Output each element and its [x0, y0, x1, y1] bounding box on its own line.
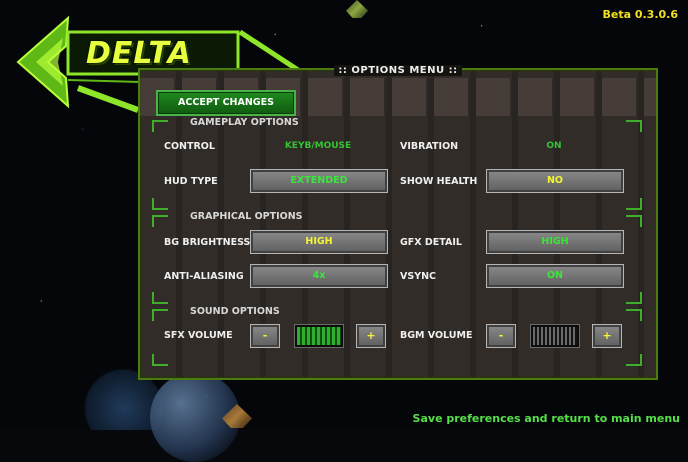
sfx-volume-bar[interactable] [294, 324, 344, 348]
section-corner [626, 215, 642, 227]
sfx-volume-decrease-button[interactable]: - [250, 324, 280, 348]
section-corner [152, 215, 168, 227]
anti-aliasing-label: ANTI-ALIASING [164, 271, 244, 282]
anti-aliasing-select[interactable]: 4x [250, 264, 388, 288]
section-corner [626, 309, 642, 321]
sfx-volume-label: SFX VOLUME [164, 330, 233, 341]
section-corner [626, 120, 642, 132]
section-corner [152, 292, 168, 304]
section-title-graphical: GRAPHICAL OPTIONS [190, 211, 303, 222]
section-corner [152, 120, 168, 132]
control-label: CONTROL [164, 141, 215, 152]
vsync-select[interactable]: ON [486, 264, 624, 288]
bgm-volume-empty [533, 327, 577, 345]
accept-changes-button[interactable]: ACCEPT CHANGES [156, 90, 296, 116]
section-corner [626, 292, 642, 304]
bg-brightness-select[interactable]: HIGH [250, 230, 388, 254]
bgm-volume-bar[interactable] [530, 324, 580, 348]
panel-title-text: :: OPTIONS MENU :: [334, 65, 462, 76]
hud-type-select[interactable]: EXTENDED [250, 169, 388, 193]
bgm-volume-decrease-button[interactable]: - [486, 324, 516, 348]
vibration-value[interactable]: ON [486, 141, 622, 151]
section-corner [152, 354, 168, 366]
bgm-volume-increase-button[interactable]: + [592, 324, 622, 348]
save-and-return-link[interactable]: Save preferences and return to main menu [413, 412, 680, 425]
hud-type-label: HUD TYPE [164, 176, 218, 187]
control-value[interactable]: KEYB/MOUSE [250, 141, 386, 151]
sfx-volume-increase-button[interactable]: + [356, 324, 386, 348]
section-corner [626, 198, 642, 210]
vsync-label: VSYNC [400, 271, 436, 282]
panel-title: :: OPTIONS MENU :: [140, 65, 656, 76]
section-corner [152, 198, 168, 210]
show-health-select[interactable]: NO [486, 169, 624, 193]
section-title-sound: SOUND OPTIONS [190, 306, 280, 317]
bg-brightness-label: BG BRIGHTNESS [164, 237, 251, 248]
sfx-volume-fill [297, 327, 341, 345]
gfx-detail-select[interactable]: HIGH [486, 230, 624, 254]
gfx-detail-label: GFX DETAIL [400, 237, 462, 248]
section-title-gameplay: GAMEPLAY OPTIONS [190, 117, 299, 128]
section-corner [152, 309, 168, 321]
show-health-label: SHOW HEALTH [400, 176, 478, 187]
vibration-label: VIBRATION [400, 141, 459, 152]
section-corner [626, 354, 642, 366]
bgm-volume-label: BGM VOLUME [400, 330, 473, 341]
options-panel: :: OPTIONS MENU :: ACCEPT CHANGES GAMEPL… [138, 65, 658, 380]
version-label: Beta 0.3.0.6 [602, 8, 678, 21]
